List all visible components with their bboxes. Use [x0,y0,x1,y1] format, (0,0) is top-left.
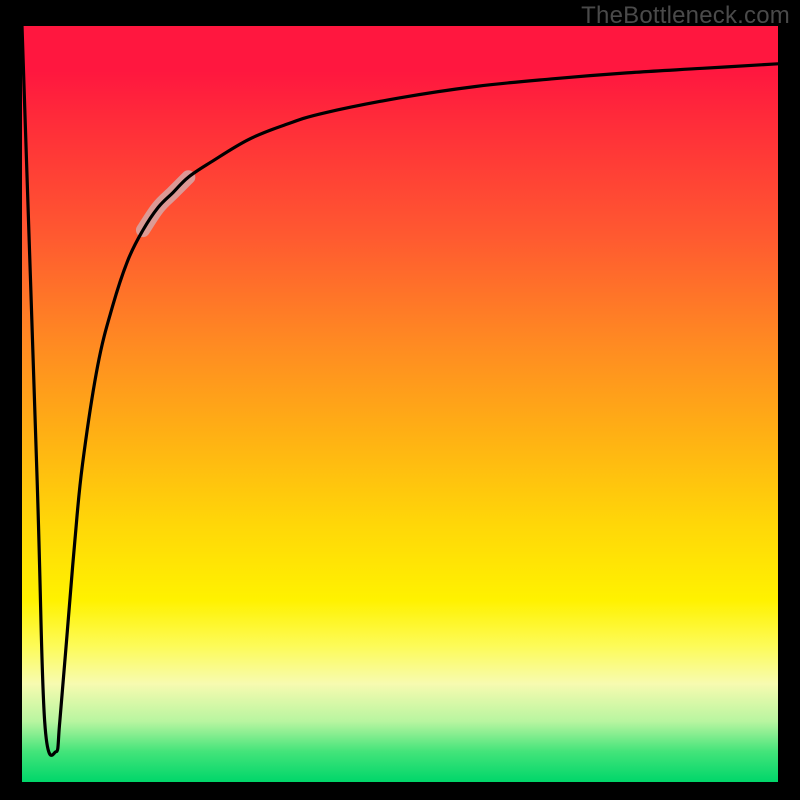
curve-line [22,26,778,755]
plot-area [22,26,778,782]
chart-frame: TheBottleneck.com [0,0,800,800]
curve-layer [22,26,778,782]
watermark-text: TheBottleneck.com [581,2,790,30]
